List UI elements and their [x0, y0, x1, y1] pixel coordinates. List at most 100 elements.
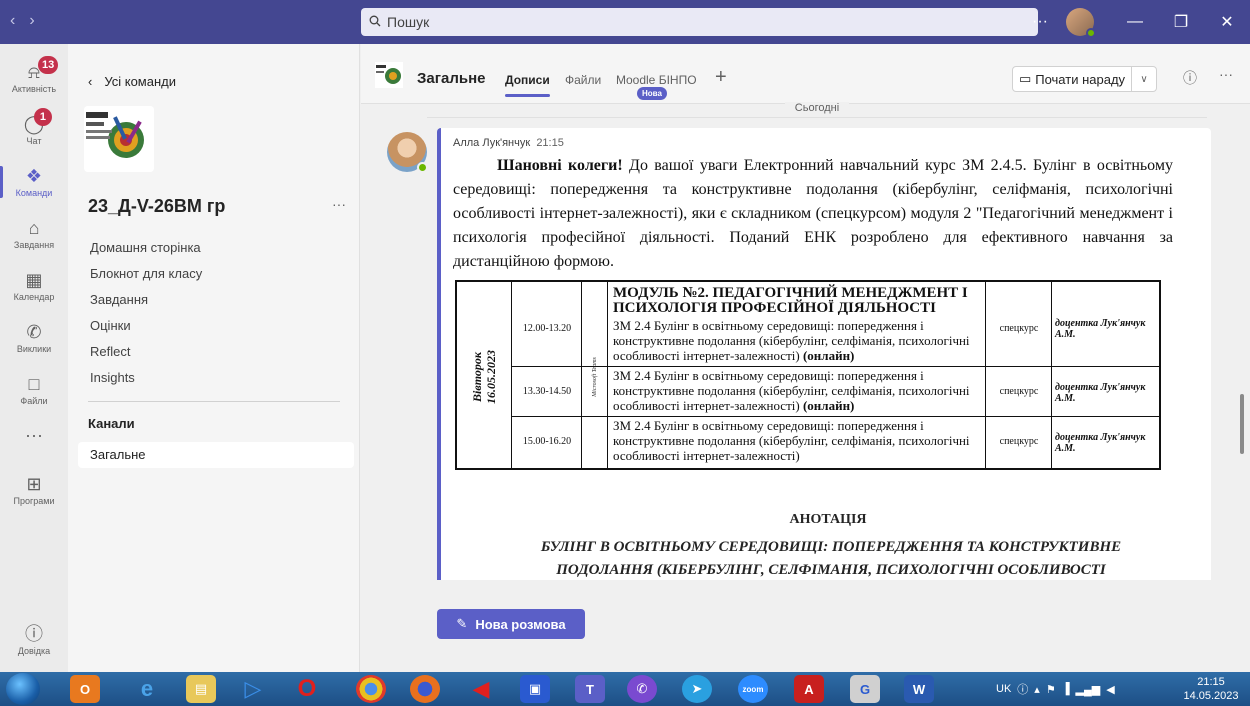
search-box[interactable]: Пошук — [361, 8, 1038, 36]
phone-icon: ✆ — [26, 322, 42, 342]
minimize-button[interactable]: — — [1112, 0, 1158, 44]
channels-heading: Канали — [88, 416, 135, 431]
chrome-icon[interactable] — [356, 675, 386, 703]
viber-icon[interactable]: ✆ — [627, 675, 657, 703]
rail-label: Виклики — [16, 344, 52, 354]
help-tray-icon[interactable]: ⓘ — [1017, 681, 1028, 697]
annotation-text: БУЛІНГ В ОСВІТНЬОМУ СЕРЕДОВИЩІ: ПОПЕРЕДЖ… — [540, 539, 1122, 578]
chrome-profile-icon[interactable]: G — [850, 675, 880, 703]
rail-label: Програми — [13, 496, 55, 506]
screen-recorder-icon[interactable]: ◀ — [466, 675, 496, 703]
title-bar-controls: ··· — ❐ ✕ — [1024, 0, 1250, 44]
divider — [88, 401, 340, 402]
rail-item-chat[interactable]: ◯ 1 Чат — [0, 104, 68, 156]
signal-icon[interactable]: ▂▄▆ — [1075, 683, 1100, 696]
info-icon[interactable]: ⓘ — [1183, 68, 1197, 88]
chevron-down-icon[interactable]: ∨ — [1132, 74, 1156, 85]
start-button[interactable] — [6, 673, 40, 705]
rail-item-teams[interactable]: ❖ Команди — [0, 156, 68, 208]
media-player-icon[interactable]: ▷ — [238, 675, 268, 703]
firefox-icon[interactable] — [410, 675, 440, 703]
word-icon[interactable]: W — [904, 675, 934, 703]
maximize-button[interactable]: ❐ — [1158, 0, 1204, 44]
app-rail: ⍾ 13 Активність ◯ 1 Чат ❖ Команди ⌂ Завдан… — [0, 44, 68, 672]
file-explorer-icon[interactable]: ▤ — [186, 675, 216, 703]
schedule-lecturer: доцентка Лук'янчук А.М. — [1055, 318, 1146, 340]
apps-icon: ⊞ — [26, 474, 42, 494]
rail-item-files[interactable]: □ Файли — [0, 364, 68, 416]
teams-window: ‹ › Пошук ··· — ❐ ✕ ⍾ 13 Активність ◯ 1 Ча… — [0, 0, 1250, 706]
schedule-type: спецкурс — [999, 436, 1039, 447]
channel-main: Загальне Дописи Файли Moodle БІНПО Нова … — [361, 44, 1250, 672]
add-tab-button[interactable]: + — [715, 66, 727, 89]
nav-grades[interactable]: Оцінки — [90, 318, 131, 333]
author-name[interactable]: Алла Лук'янчук — [453, 137, 530, 149]
nav-assignments[interactable]: Завдання — [90, 292, 148, 307]
date-divider-label: Сьогодні — [784, 102, 850, 114]
tray-expand-icon[interactable]: ▴ — [1034, 683, 1040, 696]
presence-available-icon — [417, 162, 428, 173]
volume-icon[interactable]: ◀ — [1106, 683, 1114, 696]
schedule-subject: ЗМ 2.4 Булінг в освітньому середовищі: п… — [613, 418, 989, 463]
rail-label: Довідка — [17, 646, 51, 656]
rail-item-activity[interactable]: ⍾ 13 Активність — [0, 52, 68, 104]
rail-item-calendar[interactable]: ▦ Календар — [0, 260, 68, 312]
outlook-icon[interactable]: O — [70, 675, 100, 703]
flag-icon[interactable]: ⚑ — [1046, 683, 1056, 696]
nav-reflect[interactable]: Reflect — [90, 344, 130, 359]
meet-now-button[interactable]: ▭ Почати нараду — [1013, 67, 1132, 91]
chat-badge: 1 — [33, 108, 52, 126]
nav-insights[interactable]: Insights — [90, 370, 135, 385]
more-options-button[interactable]: ··· — [1024, 13, 1056, 31]
rail-item-apps[interactable]: ⊞ Програми — [0, 464, 68, 516]
tab-files[interactable]: Файли — [565, 73, 601, 87]
clock-time: 21:15 — [1197, 676, 1225, 688]
forward-arrow-icon[interactable]: › — [29, 12, 34, 30]
schedule-time: 13.30-14.50 — [522, 386, 572, 397]
clock[interactable]: 21:15 14.05.2023 — [1178, 675, 1244, 703]
internet-explorer-icon[interactable]: e — [132, 675, 162, 703]
acrobat-icon[interactable]: A — [794, 675, 824, 703]
network-icon[interactable]: ▐ — [1062, 683, 1070, 695]
nav-home[interactable]: Домашня сторінка — [90, 240, 201, 255]
rail-item-help[interactable]: ⓘ Довідка — [0, 614, 68, 666]
rail-item-more[interactable]: ··· — [0, 410, 68, 462]
rail-label: Активність — [11, 84, 57, 94]
rail-item-calls[interactable]: ✆ Виклики — [0, 312, 68, 364]
schedule-row-line — [511, 416, 1159, 417]
schedule-lecturer: доцентка Лук'янчук А.М. — [1055, 432, 1146, 454]
language-indicator[interactable]: UK — [996, 683, 1011, 695]
nav-class-notebook[interactable]: Блокнот для класу — [90, 266, 202, 281]
team-name: 23_Д-V-26ВМ гр — [88, 196, 226, 216]
chevron-left-icon: ‹ — [88, 74, 93, 89]
rail-label: Файли — [20, 396, 48, 406]
team-panel: ‹ Усі команди 23_Д-V-26ВМ гр ··· Домашня… — [68, 44, 360, 672]
teams-taskbar-icon[interactable]: T — [575, 675, 605, 703]
rail-label: Календар — [13, 292, 55, 302]
tab-moodle[interactable]: Moodle БІНПО — [616, 73, 697, 87]
annotation-title: АНОТАЦІЯ — [789, 512, 867, 527]
search-icon — [369, 14, 381, 30]
channel-general[interactable]: Загальне — [78, 442, 354, 468]
profile-avatar[interactable] — [1066, 8, 1096, 38]
zoom-icon[interactable]: zoom — [738, 675, 768, 703]
close-button[interactable]: ✕ — [1204, 0, 1250, 44]
author-avatar[interactable] — [387, 132, 428, 173]
back-arrow-icon[interactable]: ‹ — [10, 12, 15, 30]
save-icon[interactable]: ▣ — [520, 675, 550, 703]
more-options-button[interactable]: ··· — [1219, 66, 1233, 82]
schedule-platform-label: Microsoft Teams — [592, 357, 599, 397]
schedule-subject: ЗМ 2.4 Булінг в освітньому середовищі: п… — [613, 368, 989, 413]
compose-icon: ✎ — [456, 616, 468, 631]
new-conversation-button[interactable]: ✎ Нова розмова — [437, 609, 585, 639]
channel-title: Загальне — [417, 70, 486, 87]
all-teams-link[interactable]: ‹ Усі команди — [88, 74, 176, 89]
meet-button[interactable]: ▭ Почати нараду ∨ — [1012, 66, 1157, 92]
scrollbar-thumb[interactable] — [1240, 394, 1244, 454]
opera-icon[interactable]: O — [292, 675, 322, 703]
rail-item-assignments[interactable]: ⌂ Завдання — [0, 208, 68, 260]
telegram-icon[interactable]: ➤ — [682, 675, 712, 703]
help-icon: ⓘ — [25, 624, 43, 644]
tab-posts[interactable]: Дописи — [505, 73, 550, 97]
team-options-button[interactable]: ··· — [332, 196, 346, 212]
